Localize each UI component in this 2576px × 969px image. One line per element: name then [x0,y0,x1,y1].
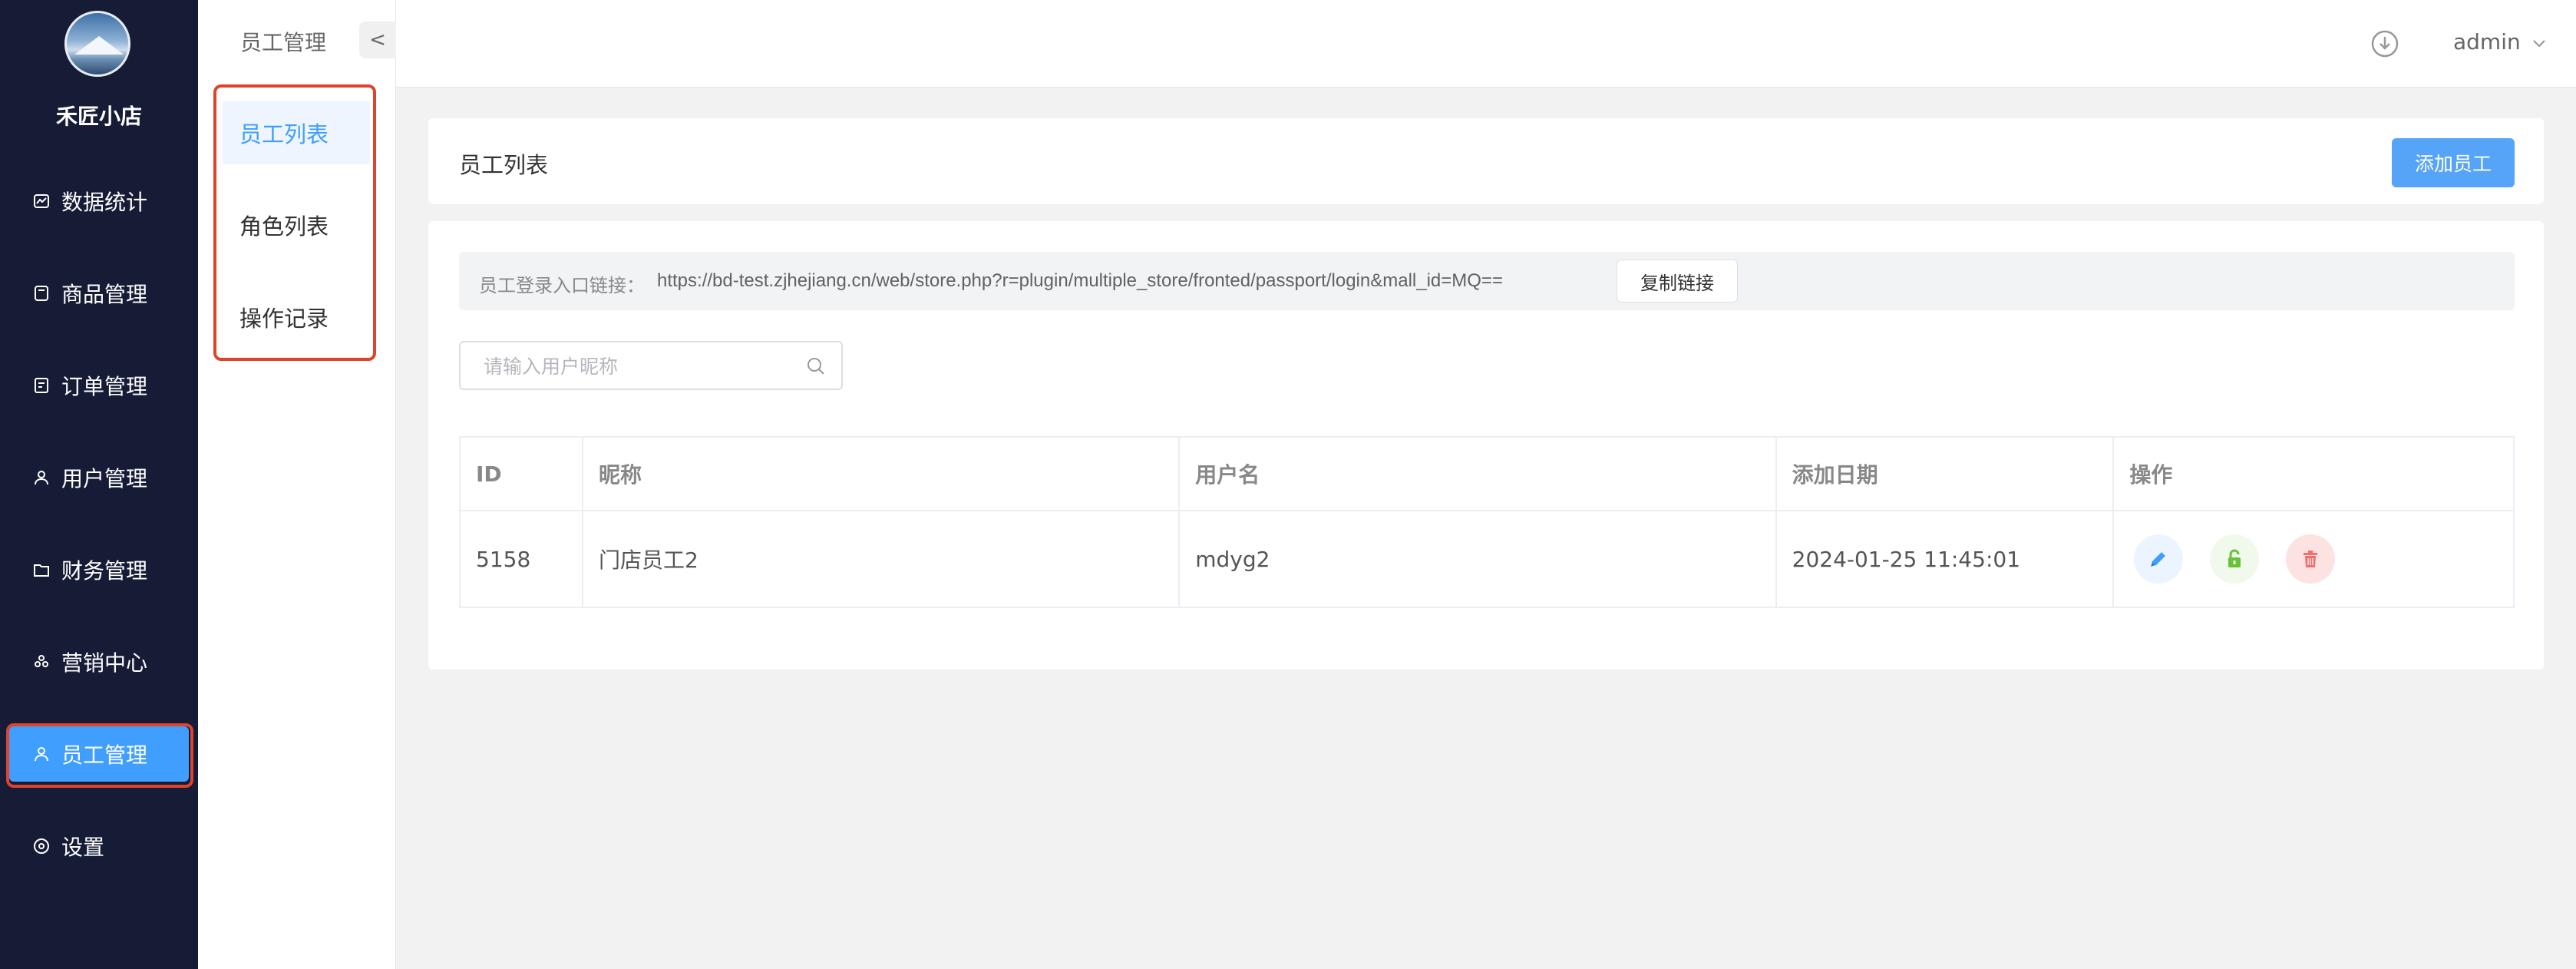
column-header-date: 添加日期 [1775,436,2115,511]
sidebar-item-label: 商品管理 [61,282,148,307]
download-icon[interactable] [2370,29,2399,58]
sidebar-item-label: 营销中心 [61,650,148,676]
top-header [396,0,2576,88]
column-header-username: 用户名 [1178,436,1777,511]
user-icon [32,468,51,487]
sidebar-item-label: 财务管理 [61,558,148,584]
sidebar-item-goods[interactable]: 商品管理 [9,266,189,321]
sidebar-item-label: 数据统计 [61,190,148,215]
finance-icon [32,561,51,579]
avatar[interactable] [64,11,130,77]
settings-icon [32,837,51,855]
order-icon [32,376,51,395]
sidebar-item-label: 用户管理 [61,466,148,491]
search-input[interactable] [484,352,791,381]
search-icon[interactable] [806,356,826,376]
marketing-icon [32,653,51,671]
sidebar-item-settings[interactable]: 设置 [9,819,189,874]
user-menu[interactable]: admin [2453,29,2547,55]
column-header-id: ID [459,436,583,511]
sidebar-item-marketing[interactable]: 营销中心 [9,634,189,690]
table-row: 5158 门店员工2 mdyg2 2024-01-25 11:45:01 [459,510,2515,608]
goods-icon [32,284,51,303]
sidebar-item-label: 员工管理 [61,742,148,768]
table-header-row: ID 昵称 用户名 添加日期 操作 [459,436,2515,511]
main-sidebar: 禾匠小店 数据统计 商品管理 订单管理 用户管理 财务管理 营销中心 员工管理 … [0,0,198,969]
pencil-icon [2151,552,2166,567]
page-title: 员工列表 [459,152,549,178]
submenu-item-role-list[interactable]: 角色列表 [223,193,370,256]
submenu-title: 员工管理 [240,30,327,55]
copy-link-button[interactable]: 复制链接 [1617,260,1738,303]
edit-button[interactable] [2134,534,2184,584]
unlock-icon [2228,549,2241,567]
collapse-button[interactable]: < [359,21,396,58]
add-staff-button[interactable]: 添加员工 [2392,138,2515,187]
cell-date: 2024-01-25 11:45:01 [1775,510,2115,608]
shop-name: 禾匠小店 [55,104,142,129]
sidebar-item-orders[interactable]: 订单管理 [9,358,189,413]
sidebar-item-staff[interactable]: 员工管理 [9,726,189,782]
username-label: admin [2453,29,2521,55]
cell-nickname: 门店员工2 [581,510,1181,608]
staff-icon [32,745,51,763]
login-link-label: 员工登录入口链接： [479,275,645,296]
chevron-down-icon [2531,29,2547,55]
submenu-item-operation-log[interactable]: 操作记录 [223,286,370,349]
sidebar-item-finance[interactable]: 财务管理 [9,542,189,597]
submenu-item-staff-list[interactable]: 员工列表 [223,101,370,164]
sidebar-item-users[interactable]: 用户管理 [9,450,189,505]
sidebar-item-label: 订单管理 [61,374,148,399]
column-header-actions: 操作 [2112,436,2515,511]
trash-icon [2304,551,2318,567]
cell-username: mdyg2 [1178,510,1777,608]
staff-table: ID 昵称 用户名 添加日期 操作 5158 门店员工2 mdyg2 2024-… [459,436,2515,608]
unlock-button[interactable] [2210,534,2260,584]
cell-actions [2112,510,2515,608]
chart-icon [32,192,51,210]
column-header-nickname: 昵称 [581,436,1181,511]
submenu-panel: 员工管理 < 员工列表 角色列表 操作记录 [198,0,396,969]
sidebar-item-label: 设置 [61,835,105,860]
cell-id: 5158 [459,510,583,608]
search-box [459,341,843,390]
sidebar-item-statistics[interactable]: 数据统计 [9,174,189,229]
page-title-card: 员工列表 [428,118,2544,204]
delete-button[interactable] [2286,534,2336,584]
login-link-url: https://bd-test.zjhejiang.cn/web/store.p… [657,270,1503,291]
